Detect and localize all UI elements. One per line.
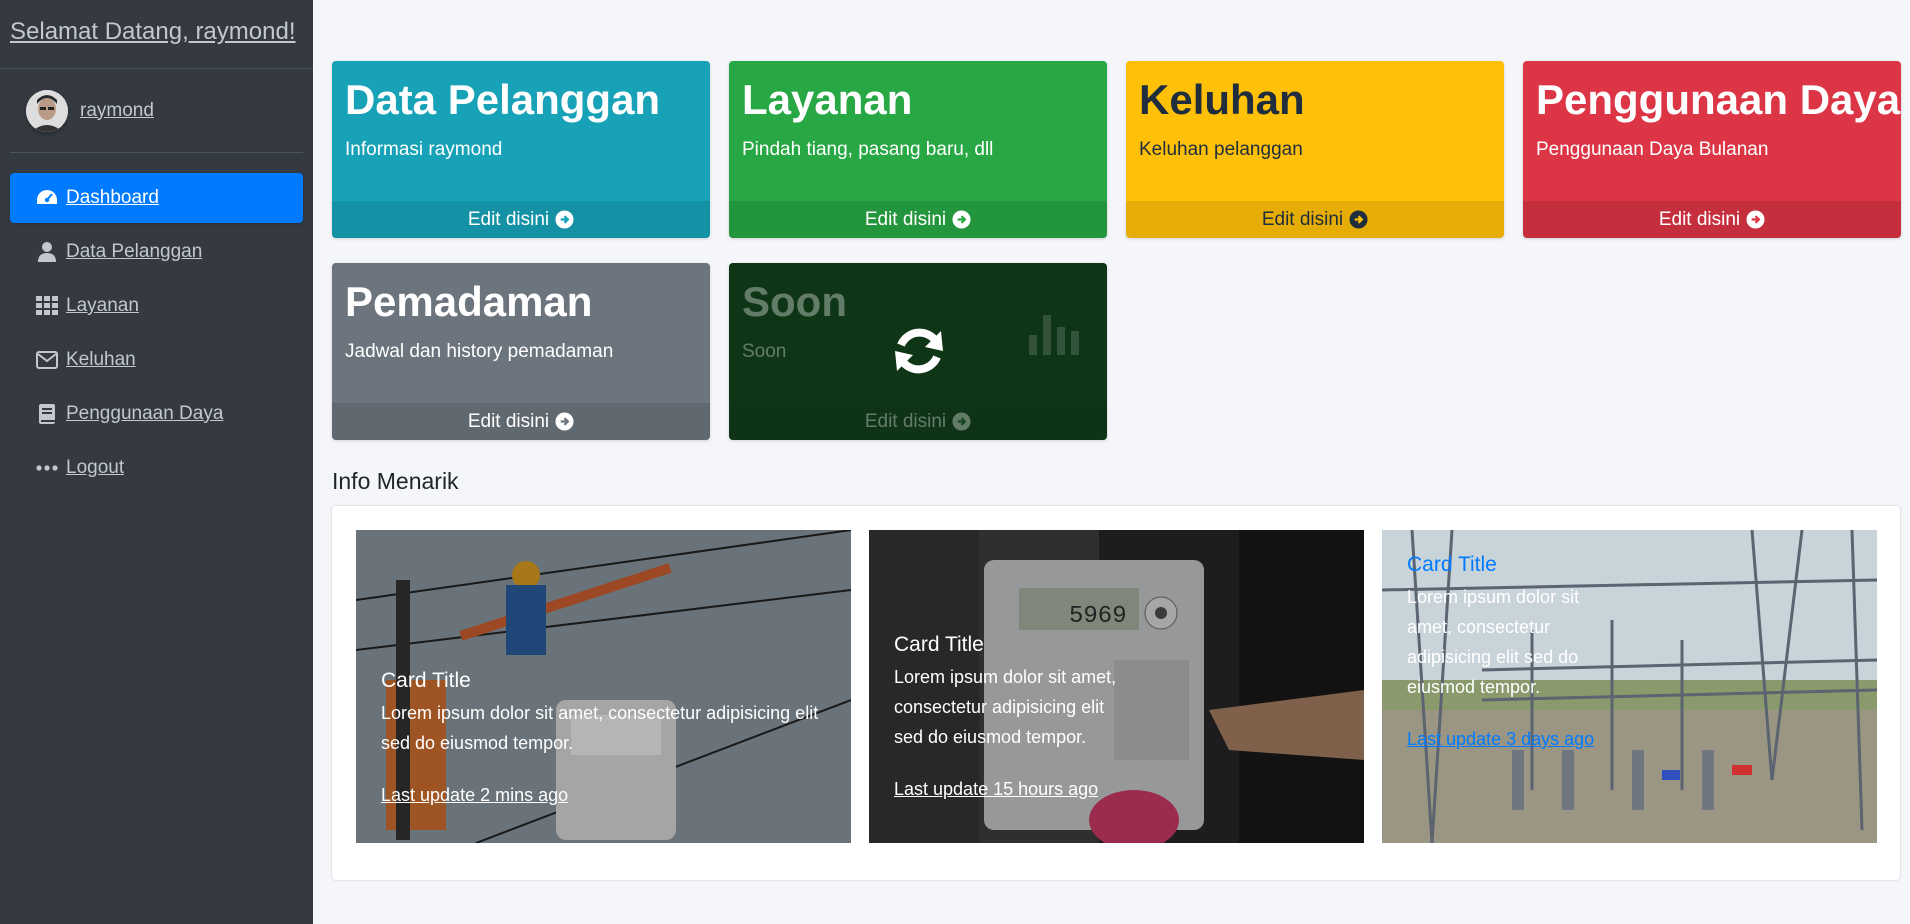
card-last-update-link[interactable]: Last update 15 hours ago [894,774,1134,804]
sidebar-item-penggunaan-daya[interactable]: Penggunaan Daya [10,389,303,439]
box-title: Layanan [742,76,913,123]
avatar [26,89,68,132]
small-box-data-pelanggan: Data Pelanggan Informasi raymond Edit di… [332,61,710,238]
box-link-label: Edit disini [864,410,947,432]
grid-icon [34,295,60,317]
sidebar-item-label: Penggunaan Daya [66,403,224,424]
box-footer-link[interactable]: Edit disini [729,201,1107,238]
box-footer-link[interactable]: Edit disini [332,403,710,440]
card-body: Card Title Lorem ipsum dolor sit amet, c… [1407,550,1607,754]
small-box-penggunaan-daya: Penggunaan Daya Penggunaan Daya Bulanan … [1523,61,1901,238]
card-title: Card Title [1407,553,1497,576]
box-title: Soon [742,278,847,325]
small-box-pemadaman: Pemadaman Jadwal dan history pemadaman E… [332,263,710,440]
small-box-soon: Soon Soon Edit disini [729,263,1107,440]
sidebar-item-keluhan[interactable]: Keluhan [10,335,303,385]
card-text: Lorem ipsum dolor sit amet, consectetur … [1407,587,1580,697]
box-footer-link[interactable]: Edit disini [1126,201,1504,238]
envelope-icon [34,349,60,371]
sidebar: Selamat Datang, raymond! raymond Dashboa… [0,0,313,924]
sidebar-item-label: Dashboard [66,187,159,208]
box-link-label: Edit disini [1658,208,1741,230]
arrow-circle-right-icon [952,210,971,229]
brand: Selamat Datang, raymond! [0,0,313,69]
sidebar-item-label: Keluhan [66,349,136,370]
info-card: Card Title Lorem ipsum dolor sit amet, c… [1382,530,1877,843]
arrow-circle-right-icon [555,412,574,431]
small-box-keluhan: Keluhan Keluhan pelanggan Edit disini [1126,61,1504,238]
sidebar-nav: Dashboard Data Pelanggan Layanan Keluhan [0,153,313,493]
sidebar-item-layanan[interactable]: Layanan [10,281,303,331]
box-subtitle: Penggunaan Daya Bulanan [1536,139,1769,160]
box-title: Keluhan [1139,76,1305,123]
sidebar-item-label: Data Pelanggan [66,241,203,262]
sidebar-item-label: Logout [66,457,125,478]
box-subtitle: Pindah tiang, pasang baru, dll [742,139,994,160]
box-link-label: Edit disini [467,410,550,432]
box-subtitle: Informasi raymond [345,139,503,160]
arrow-circle-right-icon [952,412,971,431]
sidebar-item-label: Layanan [66,295,139,316]
main-content: Data Pelanggan Informasi raymond Edit di… [313,0,1910,924]
box-title: Data Pelanggan [345,76,661,123]
info-card-container: Card Title Lorem ipsum dolor sit amet, c… [332,506,1900,880]
card-title: Card Title [894,633,984,656]
card-last-update-link[interactable]: Last update 2 mins ago [381,780,831,810]
box-footer-link[interactable]: Edit disini [1523,201,1901,238]
card-body: Card Title Lorem ipsum dolor sit amet, c… [894,630,1134,804]
card-last-update-link[interactable]: Last update 3 days ago [1407,724,1607,754]
arrow-circle-right-icon [1746,210,1765,229]
arrow-circle-right-icon [1349,210,1368,229]
brand-link[interactable]: Selamat Datang, raymond! [10,18,295,45]
tachometer-icon [34,187,60,209]
info-card: 5969 Card Title Lorem ipsum dolor sit am… [869,530,1364,843]
user-name-link[interactable]: raymond [80,100,154,122]
card-body: Card Title Lorem ipsum dolor sit amet, c… [381,666,831,810]
card-title: Card Title [381,669,471,692]
box-title: Penggunaan Daya [1536,76,1901,123]
ellipsis-icon [34,457,60,479]
box-title: Pemadaman [345,278,593,325]
box-footer-link[interactable]: Edit disini [729,403,1107,440]
section-title: Info Menarik [332,468,459,494]
box-subtitle: Keluhan pelanggan [1139,139,1303,160]
sidebar-item-data-pelanggan[interactable]: Data Pelanggan [10,227,303,277]
box-link-label: Edit disini [864,208,947,230]
info-card: Card Title Lorem ipsum dolor sit amet, c… [356,530,851,843]
box-link-label: Edit disini [467,208,550,230]
box-subtitle: Jadwal dan history pemadaman [345,341,614,362]
card-text: Lorem ipsum dolor sit amet, consectetur … [381,703,819,753]
box-link-label: Edit disini [1261,208,1344,230]
sidebar-item-dashboard[interactable]: Dashboard [10,173,303,223]
book-icon [34,403,60,425]
user-panel: raymond [10,69,303,153]
card-text: Lorem ipsum dolor sit amet, consectetur … [894,667,1117,747]
user-icon [34,241,60,263]
sidebar-item-logout[interactable]: Logout [10,443,303,493]
box-footer-link[interactable]: Edit disini [332,201,710,238]
small-box-layanan: Layanan Pindah tiang, pasang baru, dll E… [729,61,1107,238]
sync-icon [895,328,943,374]
arrow-circle-right-icon [555,210,574,229]
